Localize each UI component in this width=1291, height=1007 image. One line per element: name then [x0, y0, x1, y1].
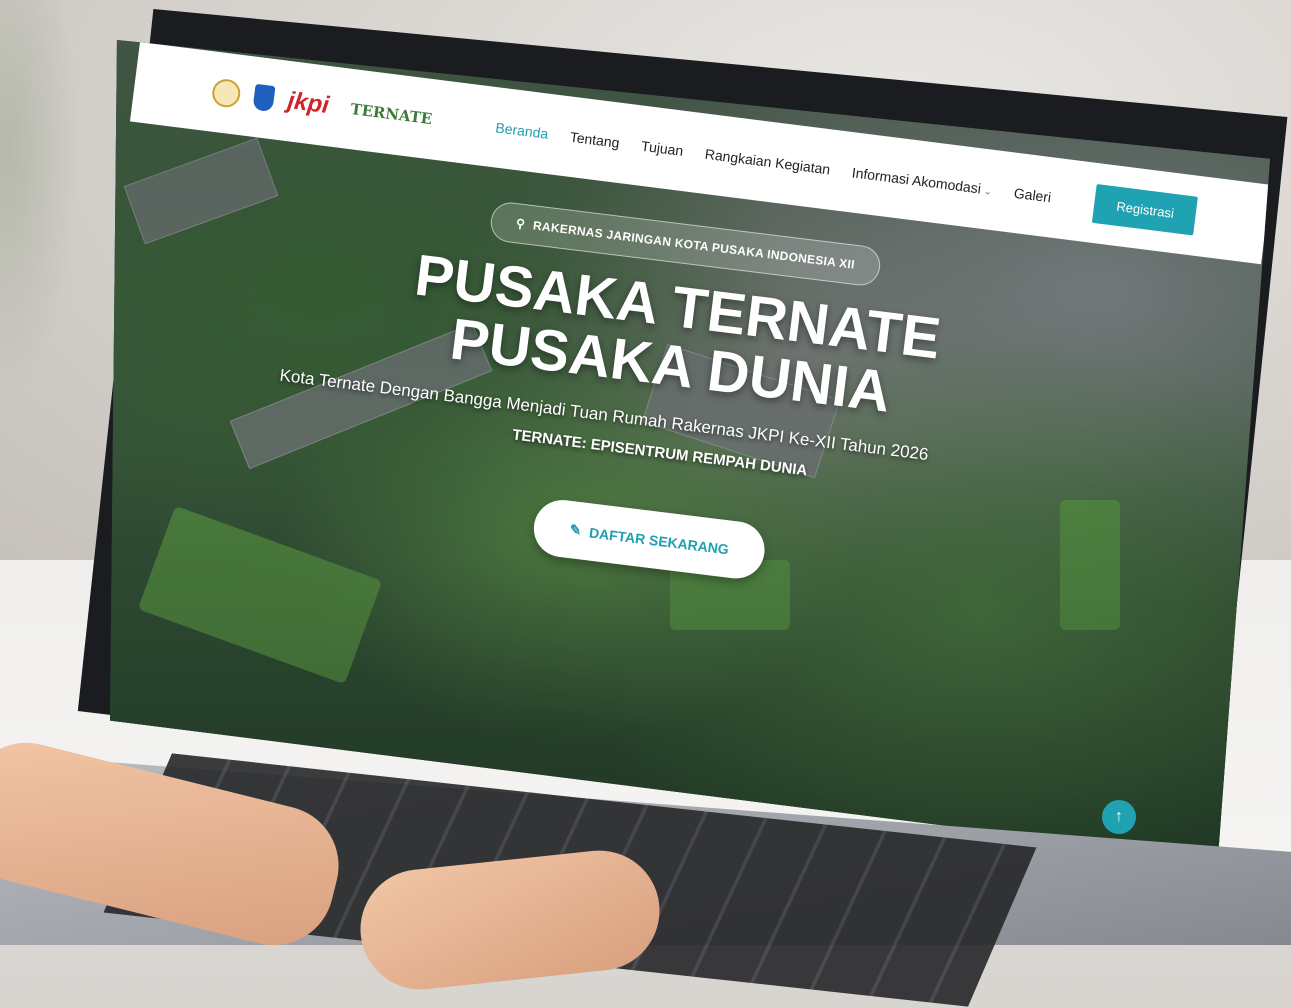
nav-item-beranda[interactable]: Beranda	[495, 119, 550, 142]
chevron-down-icon: ⌄	[982, 185, 993, 198]
register-now-label: DAFTAR SEKARANG	[588, 524, 730, 558]
main-nav: Beranda Tentang Tujuan Rangkaian Kegiata…	[495, 119, 1052, 205]
nav-item-label: Informasi Akomodasi	[850, 164, 982, 197]
register-button[interactable]: Registrasi	[1092, 183, 1199, 236]
hero-section: ⚲ RAKERNAS JARINGAN KOTA PUSAKA INDONESI…	[279, 190, 966, 602]
arrow-up-icon: ↑	[1115, 808, 1123, 825]
laptop-screen: jkpi TERNATE Beranda Tentang Tujuan Rang…	[110, 40, 1270, 860]
nav-item-rangkaian-kegiatan[interactable]: Rangkaian Kegiatan	[704, 146, 831, 178]
nav-item-galeri[interactable]: Galeri	[1013, 185, 1052, 206]
register-now-button[interactable]: ✎ DAFTAR SEKARANG	[530, 497, 768, 583]
nav-item-tujuan[interactable]: Tujuan	[640, 138, 684, 159]
jkpi-logo[interactable]: jkpi	[286, 87, 330, 120]
scroll-to-top-button[interactable]: ↑	[1102, 800, 1136, 834]
laptop: jkpi TERNATE Beranda Tentang Tujuan Rang…	[0, 0, 1291, 1007]
partner-logos: jkpi TERNATE	[210, 77, 434, 134]
nav-item-informasi-akomodasi[interactable]: Informasi Akomodasi⌄	[851, 164, 993, 198]
map-pin-icon: ⚲	[515, 216, 527, 232]
webpage: jkpi TERNATE Beranda Tentang Tujuan Rang…	[110, 40, 1270, 860]
edit-icon: ✎	[568, 521, 583, 539]
nav-item-tentang[interactable]: Tentang	[569, 129, 620, 151]
seal-logo[interactable]	[210, 77, 242, 109]
province-shield-logo[interactable]	[252, 83, 276, 113]
ternate-logo[interactable]: TERNATE	[349, 100, 433, 128]
